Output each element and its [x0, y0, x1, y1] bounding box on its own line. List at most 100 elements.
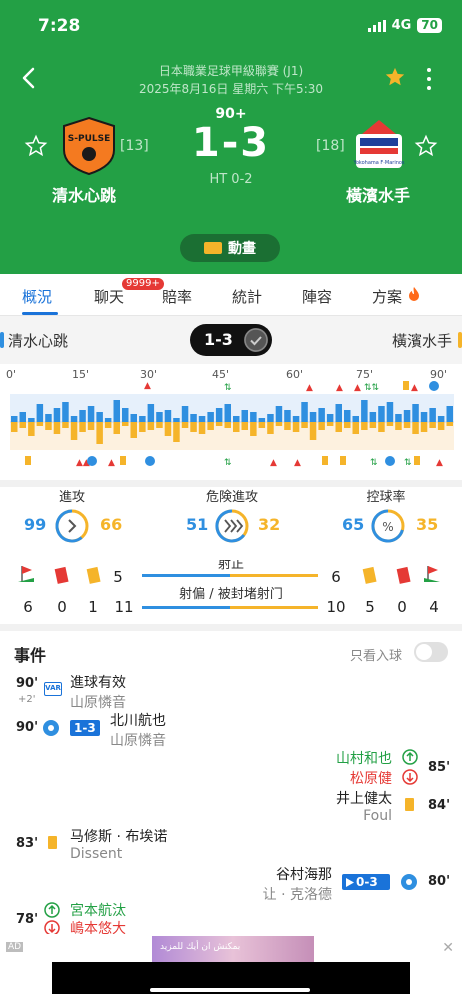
momentum-away-bar	[215, 422, 223, 426]
danger-label: 危険進攻	[205, 490, 258, 505]
momentum-home-bar	[403, 410, 411, 422]
away-corner-icon	[424, 566, 440, 582]
momentum-away-bar	[352, 422, 359, 434]
section-divider	[0, 624, 462, 631]
sub-out-player[interactable]: 松原健	[350, 768, 392, 788]
follow-away-star-icon[interactable]	[414, 134, 438, 158]
momentum-away-bar	[79, 422, 86, 432]
chevron-right-icon	[68, 519, 77, 533]
momentum-home-bar	[258, 418, 266, 422]
off-target-label: 射偏 / 被封堵射门	[179, 586, 283, 602]
match-header: 7:28 4G 70 日本職業足球甲級聯賽 (J1) 2025年8月16日 星期…	[0, 0, 462, 274]
on-target-label: 射正	[218, 560, 244, 572]
goals-only-toggle[interactable]	[414, 642, 448, 662]
ad-close-icon[interactable]: ✕	[442, 940, 454, 956]
sub-in-player[interactable]: 山村和也	[336, 748, 392, 768]
tab-bar: 概況 聊天 9999+ 賠率 統計 陣容 方案	[0, 274, 462, 316]
momentum-away-bar	[53, 422, 61, 434]
momentum-home-bar	[87, 406, 95, 422]
tab-chat[interactable]: 聊天	[94, 286, 124, 307]
sub-in-player[interactable]: 宮本航汰	[70, 900, 126, 920]
momentum-away-bar	[335, 422, 342, 432]
momentum-away-bar	[87, 422, 95, 430]
danger-ring	[215, 509, 249, 543]
home-team-name[interactable]: 清水心跳	[52, 182, 116, 206]
tl-goal-icon	[87, 456, 97, 466]
home-indicator[interactable]	[150, 988, 310, 992]
goal-score-chip-text: 0-3	[356, 875, 378, 889]
tl-corner-icon: ▲	[294, 458, 301, 468]
tab-tips[interactable]: 方案	[372, 286, 402, 307]
away-team-name[interactable]: 橫濱水手	[346, 182, 410, 206]
sub-in-icon	[44, 902, 60, 918]
momentum-away-bar	[258, 422, 266, 428]
card-player[interactable]: 井上健太	[336, 788, 392, 808]
tick-30: 30'	[140, 368, 157, 381]
percent-icon: %	[382, 520, 393, 534]
tab-odds[interactable]: 賠率	[162, 286, 192, 307]
momentum-home-bar	[11, 416, 18, 422]
momentum-away-bar	[326, 422, 334, 426]
momentum-away-bar	[45, 422, 52, 430]
momentum-away-bar	[275, 422, 283, 426]
tl-goal-icon	[429, 381, 439, 391]
momentum-away-bar	[19, 422, 26, 428]
events-title: 事件	[14, 646, 47, 665]
momentum-home-bar	[335, 404, 342, 422]
on-target-home-bar	[142, 574, 230, 577]
tab-stats[interactable]: 統計	[232, 286, 262, 307]
momentum-home-bar	[292, 416, 300, 422]
goal-assist[interactable]: 山原憐音	[110, 730, 166, 750]
play-icon	[346, 878, 354, 887]
momentum-away-bar	[378, 422, 385, 432]
tl-corner-icon: ▲	[411, 383, 418, 393]
tl-goal-icon	[385, 456, 395, 466]
tl-yellow-card	[25, 456, 31, 465]
momentum-home-bar	[173, 418, 180, 422]
favorite-star-icon[interactable]	[384, 66, 406, 88]
summary-score-pill[interactable]: 1-3	[190, 324, 272, 356]
attack-ring	[55, 509, 89, 543]
summary-bar: 清水心跳 1-3 橫濱水手	[0, 316, 462, 364]
battery-icon: 70	[417, 18, 442, 33]
momentum-home-bar	[190, 414, 197, 422]
card-reason: Foul	[363, 808, 392, 824]
momentum-home-bar	[386, 402, 394, 422]
away-yellow-count: 5	[365, 598, 375, 616]
event-player[interactable]: 山原憐音	[70, 692, 126, 712]
goal-assist[interactable]: 让 · 克洛德	[263, 884, 332, 904]
off-target-home-bar	[142, 606, 230, 609]
home-red-card-icon	[54, 566, 69, 584]
momentum-away-bar	[130, 422, 137, 438]
event-title: 進球有效	[70, 675, 126, 691]
card-player[interactable]: 马修斯 · 布埃诺	[70, 826, 167, 846]
animation-button[interactable]: 動畫	[180, 234, 280, 262]
momentum-home-bar	[233, 416, 240, 422]
tl-yellow-card	[120, 456, 126, 465]
timeline-tick-labels: 0' 15' 30' 45' 60' 75' 90'	[6, 368, 447, 381]
tl-sub-icon: ⇅	[224, 383, 232, 393]
momentum-home-bar	[215, 408, 223, 422]
tab-lineup[interactable]: 陣容	[302, 286, 332, 307]
away-corners: 4	[429, 598, 439, 616]
momentum-away-bar	[190, 422, 197, 432]
goal-scorer[interactable]: 谷村海那	[276, 864, 332, 884]
momentum-away-bar	[173, 422, 180, 442]
momentum-away-bar	[28, 422, 35, 436]
tl-yellow-card	[322, 456, 328, 465]
momentum-away-bar	[284, 422, 291, 430]
danger-away: 32	[258, 515, 281, 534]
goal-scorer[interactable]: 北川航也	[110, 710, 166, 730]
var-icon: VAR	[44, 682, 62, 696]
momentum-home-bar	[378, 406, 385, 422]
event-minute: 78'	[16, 912, 39, 927]
tab-overview[interactable]: 概況	[22, 286, 52, 307]
tl-yellow-card	[414, 456, 420, 465]
ad-banner[interactable]: بمكنش ان أيك للمزيد	[152, 936, 314, 964]
momentum-away-bar	[122, 422, 129, 426]
tick-90: 90'	[430, 368, 447, 381]
more-menu-icon[interactable]	[426, 68, 432, 90]
attack-label: 進攻	[58, 490, 85, 505]
tick-15: 15'	[72, 368, 89, 381]
shots-panel: 5 射正 6 6 0 1 11 射偏 / 被封堵射门 10 5 0 4	[18, 560, 440, 616]
